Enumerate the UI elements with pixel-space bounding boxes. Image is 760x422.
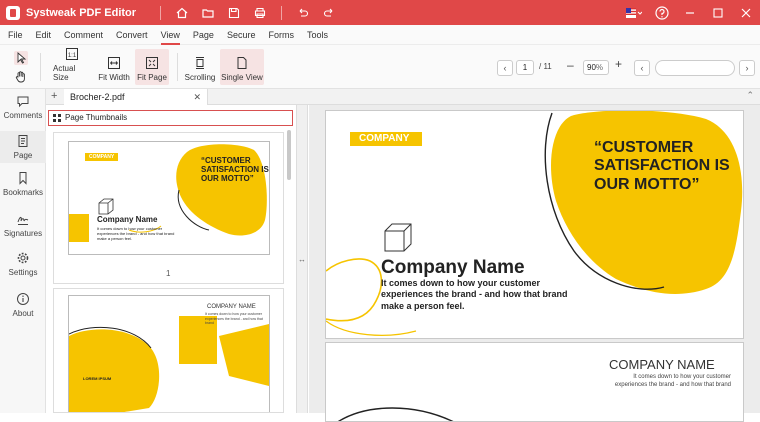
- chevron-left-icon: ‹: [503, 63, 507, 73]
- gear-icon: [16, 251, 30, 265]
- thumbnail-page-2-content: COMPANY NAME It comes down to how your c…: [68, 295, 270, 412]
- sidebar-item-signatures[interactable]: Signatures: [0, 212, 46, 240]
- single-view-button[interactable]: Single View: [220, 49, 264, 85]
- page-1: COMPANY “CUSTOMER SATISFACTION IS OUR MOTT…: [325, 110, 744, 339]
- menu-convert[interactable]: Convert: [116, 25, 148, 45]
- fit-width-button[interactable]: Fit Width: [97, 49, 131, 85]
- panel-divider[interactable]: ↔: [296, 105, 308, 413]
- sidebar-item-comments[interactable]: Comments: [0, 94, 46, 128]
- zoom-input[interactable]: 90%: [583, 60, 609, 75]
- fit-width-icon: [107, 56, 121, 70]
- chevron-right-icon: ›: [745, 63, 749, 73]
- search-next-button[interactable]: ›: [739, 60, 755, 76]
- resize-handle-icon: ↔: [298, 255, 306, 264]
- select-cursor-icon[interactable]: [14, 51, 28, 65]
- prev-page-button[interactable]: ‹: [497, 60, 513, 76]
- home-icon[interactable]: [173, 4, 191, 22]
- document-tab[interactable]: Brocher-2.pdf ✕: [64, 89, 208, 105]
- thumbnail-page-1-content: COMPANY “CUSTOMER SATISFACTION IS OUR MOTT…: [68, 141, 270, 255]
- save-icon[interactable]: [225, 4, 243, 22]
- svg-text:1:1: 1:1: [68, 53, 77, 59]
- maximize-icon[interactable]: [704, 4, 732, 22]
- menu-file[interactable]: File: [8, 25, 23, 45]
- bookmark-icon: [16, 171, 30, 185]
- single-page-icon: [235, 56, 249, 70]
- view-toolbar: 1:1 Actual Size Fit Width Fit Page Scrol…: [0, 45, 760, 89]
- actual-size-button[interactable]: 1:1 Actual Size: [53, 47, 91, 85]
- menu-page[interactable]: Page: [193, 25, 214, 45]
- menu-bar: File Edit Comment Convert View Page Secu…: [0, 25, 760, 45]
- grid-icon: [53, 114, 61, 122]
- title-bar: Systweak PDF Editor: [0, 0, 760, 25]
- thumbnail-page-1[interactable]: COMPANY “CUSTOMER SATISFACTION IS OUR MOTT…: [53, 132, 284, 284]
- undo-icon[interactable]: [294, 4, 312, 22]
- company-description: It comes down to how your customer experi…: [381, 278, 568, 311]
- page-icon: [16, 134, 30, 148]
- sidebar-item-bookmarks[interactable]: Bookmarks: [0, 171, 46, 199]
- close-tab-icon[interactable]: ✕: [193, 89, 201, 105]
- page-total: / 11: [539, 62, 552, 71]
- close-icon[interactable]: [732, 4, 760, 22]
- redo-icon[interactable]: [320, 4, 338, 22]
- language-flag-icon[interactable]: [620, 4, 648, 22]
- scrolling-icon: [193, 56, 207, 70]
- page-quote: “CUSTOMER SATISFACTION IS OUR MOTTO”: [594, 139, 730, 193]
- left-sidebar: Comments Page Bookmarks Signatures Setti…: [0, 89, 46, 413]
- cube-icon: [384, 223, 412, 252]
- hand-tool-icon[interactable]: [14, 70, 28, 84]
- thumbnails-header: Page Thumbnails: [48, 110, 293, 126]
- fit-page-button[interactable]: Fit Page: [135, 49, 169, 85]
- chevron-left-icon: ‹: [640, 63, 644, 73]
- page-number-input[interactable]: 1: [516, 60, 534, 75]
- thumbnail-scrollbar[interactable]: [287, 130, 291, 180]
- print-icon[interactable]: [251, 4, 269, 22]
- collapse-icon[interactable]: ⌃: [746, 90, 754, 101]
- sidebar-item-about[interactable]: About: [0, 292, 46, 320]
- menu-view[interactable]: View: [160, 25, 181, 45]
- fit-page-icon: [145, 56, 159, 70]
- minimize-icon[interactable]: [676, 4, 704, 22]
- info-icon: [16, 292, 30, 306]
- new-tab-button[interactable]: +: [51, 90, 57, 102]
- cube-icon: [98, 198, 114, 215]
- company-name: Company Name: [381, 257, 525, 278]
- signature-icon: [16, 212, 30, 226]
- page-2-company-name: COMPANY NAME: [609, 357, 715, 372]
- document-tab-bar: + Brocher-2.pdf ✕ ⌃: [46, 89, 760, 105]
- scrolling-button[interactable]: Scrolling: [184, 49, 216, 85]
- sidebar-item-page[interactable]: Page: [0, 131, 46, 163]
- company-tag: COMPANY: [350, 132, 422, 146]
- sidebar-item-settings[interactable]: Settings: [0, 251, 46, 279]
- thumbnail-page-2[interactable]: COMPANY NAME It comes down to how your c…: [53, 288, 284, 413]
- search-prev-button[interactable]: ‹: [634, 60, 650, 76]
- comment-icon: [16, 94, 30, 108]
- menu-forms[interactable]: Forms: [268, 25, 294, 45]
- open-folder-icon[interactable]: [199, 4, 217, 22]
- thumb-quote: “CUSTOMER SATISFACTION IS OUR MOTTO”: [201, 156, 269, 184]
- help-icon[interactable]: [648, 4, 676, 22]
- app-logo: [6, 5, 20, 20]
- page-2-description: It comes down to how your customer experi…: [614, 374, 731, 389]
- menu-edit[interactable]: Edit: [36, 25, 52, 45]
- actual-size-icon: 1:1: [65, 47, 79, 61]
- app-title: Systweak PDF Editor: [26, 6, 137, 19]
- search-input[interactable]: [655, 60, 735, 76]
- menu-tools[interactable]: Tools: [307, 25, 328, 45]
- zoom-in-button[interactable]: +: [615, 57, 622, 71]
- menu-secure[interactable]: Secure: [227, 25, 256, 45]
- document-viewer: COMPANY “CUSTOMER SATISFACTION IS OUR MOTT…: [309, 105, 760, 422]
- page-2: COMPANY NAME It comes down to how your c…: [325, 342, 744, 422]
- zoom-out-button[interactable]: –: [567, 58, 574, 72]
- thumbnail-label: 1: [166, 269, 171, 278]
- menu-comment[interactable]: Comment: [64, 25, 103, 45]
